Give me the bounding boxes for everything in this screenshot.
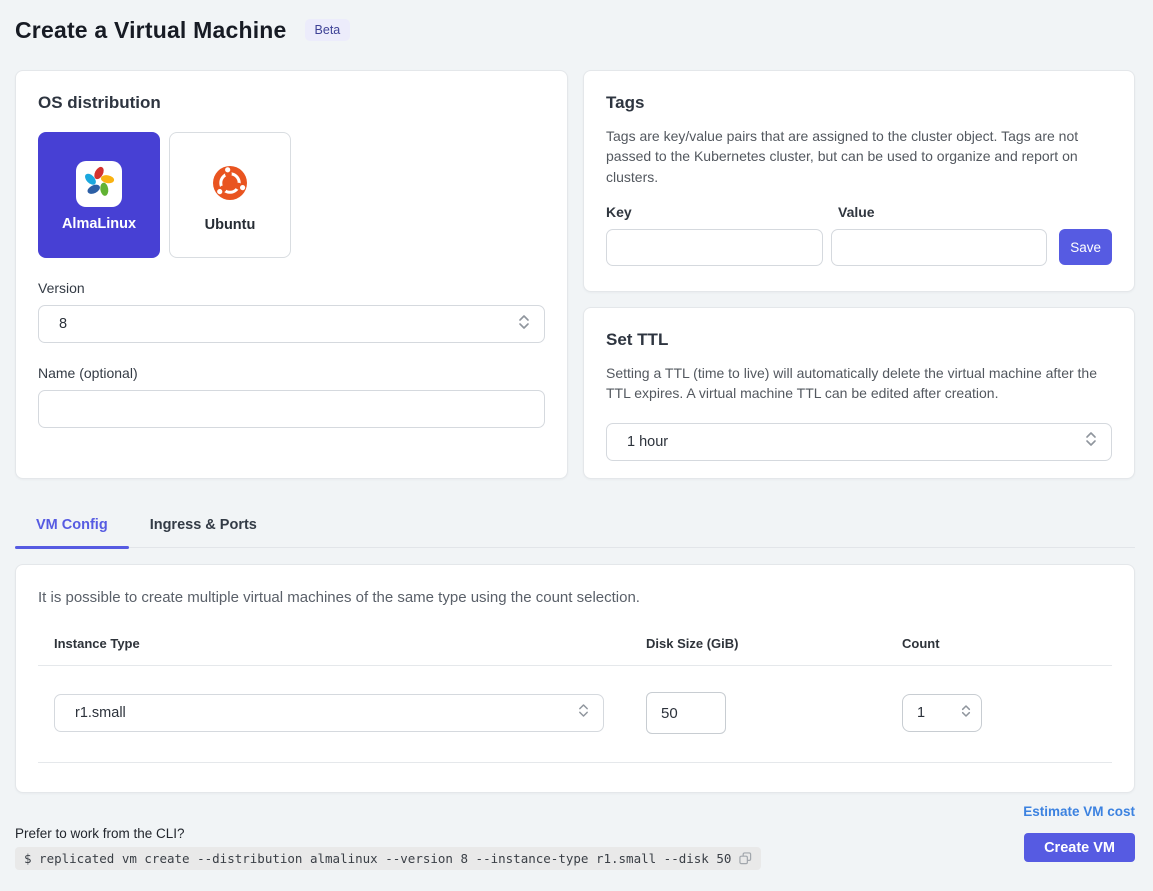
ubuntu-logo-box — [207, 162, 253, 208]
table-header-row: Instance Type Disk Size (GiB) Count — [38, 636, 1112, 666]
os-distribution-card: OS distribution — [15, 70, 568, 479]
os-tile-label-almalinux: AlmaLinux — [62, 216, 136, 232]
vm-name-input[interactable] — [38, 390, 545, 428]
page-title: Create a Virtual Machine — [15, 17, 287, 44]
chevron-updown-icon — [578, 703, 589, 723]
cli-command-box: $ replicated vm create --distribution al… — [15, 847, 761, 870]
version-label: Version — [38, 280, 545, 296]
vm-config-card: It is possible to create multiple virtua… — [15, 564, 1135, 793]
beta-badge: Beta — [305, 19, 351, 41]
ttl-select-value: 1 hour — [627, 434, 668, 450]
count-value: 1 — [917, 705, 925, 721]
os-card-title: OS distribution — [38, 93, 545, 113]
ttl-card-title: Set TTL — [606, 330, 1112, 350]
table-row: r1.small 1 — [38, 666, 1112, 763]
tag-key-label: Key — [606, 204, 838, 220]
footer-actions: Estimate VM cost Create VM — [1023, 804, 1135, 862]
spinner-updown-icon[interactable] — [961, 704, 971, 723]
ttl-select[interactable]: 1 hour — [606, 423, 1112, 461]
os-tile-almalinux[interactable]: AlmaLinux — [38, 132, 160, 258]
vm-config-note: It is possible to create multiple virtua… — [38, 589, 1112, 606]
ubuntu-logo-icon — [212, 165, 248, 206]
create-vm-page: Create a Virtual Machine Beta OS distrib… — [0, 0, 1153, 891]
almalinux-logo-box — [76, 161, 122, 207]
config-tabs: VM Config Ingress & Ports — [15, 505, 1135, 548]
cli-prompt-text: Prefer to work from the CLI? — [15, 826, 761, 841]
copy-icon[interactable] — [739, 852, 752, 865]
name-label: Name (optional) — [38, 365, 545, 381]
chevron-updown-icon — [518, 314, 530, 335]
tag-value-input[interactable] — [831, 229, 1048, 266]
create-vm-button[interactable]: Create VM — [1024, 833, 1135, 862]
tags-card: Tags Tags are key/value pairs that are a… — [583, 70, 1135, 292]
tab-ingress-ports[interactable]: Ingress & Ports — [129, 505, 278, 547]
tags-input-row: Save — [606, 229, 1112, 266]
cli-section: Prefer to work from the CLI? $ replicate… — [15, 826, 761, 870]
column-header-count: Count — [886, 636, 1112, 651]
os-tile-ubuntu[interactable]: Ubuntu — [169, 132, 291, 258]
vm-config-table: Instance Type Disk Size (GiB) Count r1.s… — [38, 636, 1112, 763]
column-header-instance-type: Instance Type — [38, 636, 630, 651]
tab-vm-config[interactable]: VM Config — [15, 505, 129, 547]
os-tiles: AlmaLinux — [38, 132, 545, 258]
top-grid: OS distribution — [15, 70, 1135, 479]
save-tag-button[interactable]: Save — [1059, 229, 1112, 265]
cli-command-text: $ replicated vm create --distribution al… — [24, 851, 731, 866]
tags-description: Tags are key/value pairs that are assign… — [606, 126, 1112, 187]
set-ttl-card: Set TTL Setting a TTL (time to live) wil… — [583, 307, 1135, 479]
page-footer: Prefer to work from the CLI? $ replicate… — [15, 804, 1135, 870]
instance-type-value: r1.small — [75, 705, 126, 721]
os-tile-label-ubuntu: Ubuntu — [205, 217, 256, 233]
count-stepper[interactable]: 1 — [902, 694, 982, 732]
version-select[interactable]: 8 — [38, 305, 545, 343]
almalinux-logo-icon — [82, 165, 116, 204]
estimate-vm-cost-link[interactable]: Estimate VM cost — [1023, 804, 1135, 819]
page-header: Create a Virtual Machine Beta — [15, 12, 1135, 48]
tag-value-label: Value — [838, 204, 875, 220]
chevron-updown-icon — [1085, 431, 1097, 452]
tag-key-input[interactable] — [606, 229, 823, 266]
disk-size-input[interactable] — [646, 692, 726, 734]
ttl-description: Setting a TTL (time to live) will automa… — [606, 363, 1112, 404]
instance-type-select[interactable]: r1.small — [54, 694, 604, 732]
column-header-disk-size: Disk Size (GiB) — [630, 636, 886, 651]
tags-card-title: Tags — [606, 93, 1112, 113]
tags-field-labels: Key Value — [606, 204, 1112, 220]
version-select-value: 8 — [59, 316, 67, 332]
